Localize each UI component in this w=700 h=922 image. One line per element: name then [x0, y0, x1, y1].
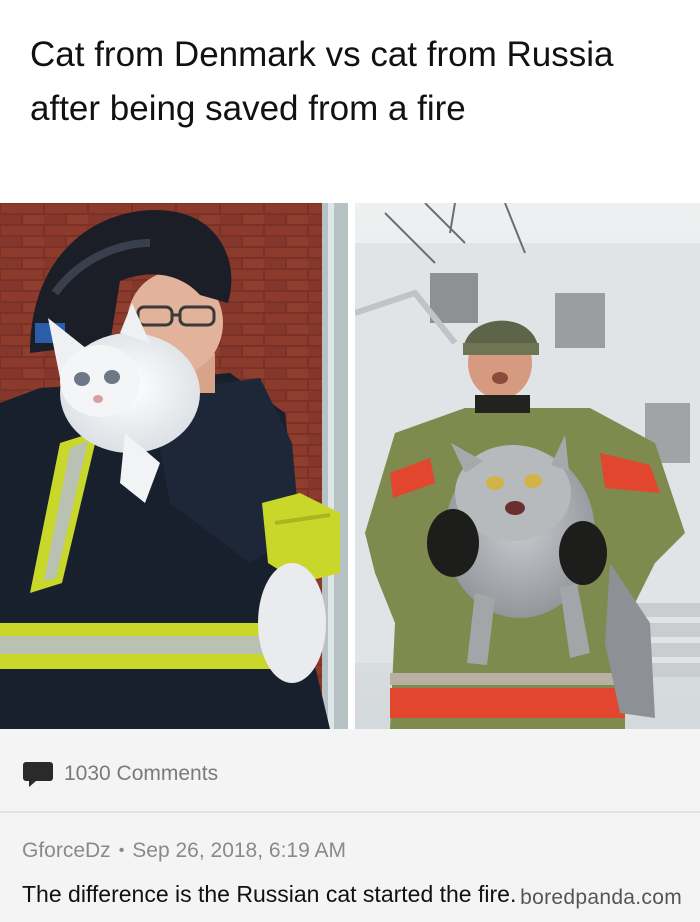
divider — [0, 811, 700, 813]
comment-text: The difference is the Russian cat starte… — [22, 881, 517, 907]
speech-bubble-icon — [23, 762, 53, 787]
russia-cat-photo — [355, 203, 700, 729]
post-title: Cat from Denmark vs cat from Russia afte… — [30, 35, 614, 128]
comments-count: 1030 Comments — [64, 762, 219, 785]
denmark-cat-photo — [0, 203, 348, 729]
comments-count-row[interactable]: 1030 Comments — [22, 759, 218, 789]
watermark: boredpanda.com — [520, 886, 682, 909]
meme-page: Cat from Denmark vs cat from Russia afte… — [0, 0, 700, 922]
denmark-firefighter-illustration — [0, 203, 348, 729]
russia-firefighter-illustration — [355, 203, 700, 729]
meta-separator: • — [118, 842, 125, 859]
comment-meta: GforceDz • Sep 26, 2018, 6:19 AM — [22, 839, 346, 863]
photo-collage — [0, 203, 700, 729]
comment-timestamp: Sep 26, 2018, 6:19 AM — [132, 839, 346, 862]
comment-author[interactable]: GforceDz — [22, 839, 111, 863]
comment-panel: 1030 Comments GforceDz • Sep 26, 2018, 6… — [0, 729, 700, 922]
